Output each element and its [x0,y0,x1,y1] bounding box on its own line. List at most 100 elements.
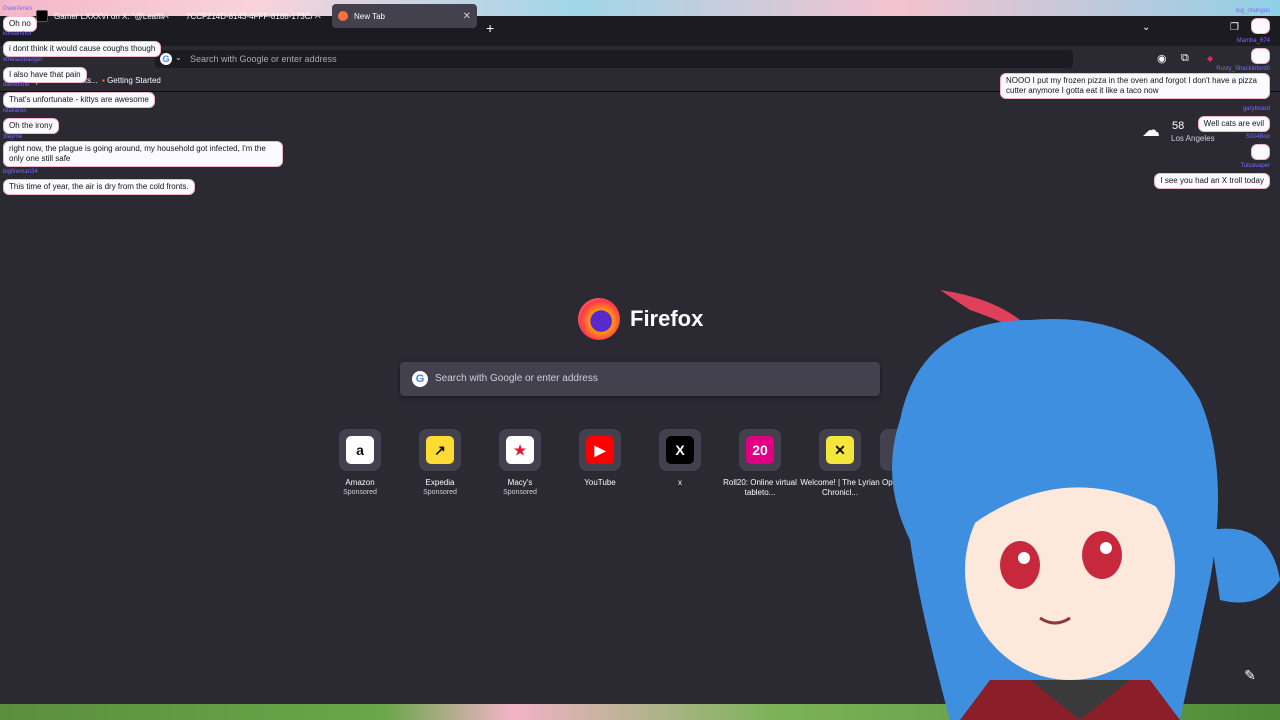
chat-username: koreanthor [3,31,32,37]
chat-message: xthelastbadger I also have that pain [3,57,87,83]
cloud-icon: ☁ [1142,120,1160,140]
google-engine-icon[interactable]: G [160,53,172,65]
tab-guid[interactable]: 7CCF214D-8143-4FFF-8188-173CA ✕ [178,4,328,28]
chevron-down-icon[interactable]: ⌄ [175,53,182,62]
top-site-tile[interactable]: ✕ Welcome! | The Lyrian Chronicl... [800,429,880,498]
new-tab-plus-icon[interactable]: + [486,20,494,36]
site-logo-icon: ↗ [426,436,454,464]
weather-temp: 58 [1172,120,1185,132]
sponsored-label: Sponsored [423,489,457,496]
chat-message: Tulcavaper I see you had an X troll today [1154,163,1270,189]
account-icon[interactable]: ◉ [1157,52,1167,65]
top-site-tile[interactable]: ▶ YouTube [560,429,640,488]
tab-list-chevron-icon[interactable]: ⌄ [1142,22,1150,33]
chat-username: big_chungus [1235,8,1270,14]
chat-username: Tulcavaper [1240,163,1270,169]
chat-text: Oh the irony [3,118,59,134]
address-placeholder: Search with Google or enter address [190,54,337,64]
firefox-logo: Firefox [578,298,703,340]
chat-text: Oh no [3,16,37,32]
top-site-icon-frame: ▶ [579,429,621,471]
sponsored-label: Sponsored [503,489,537,496]
chat-message: big_chungus [1236,8,1270,34]
newtab-search-input[interactable]: G Search with Google or enter address [400,362,880,396]
tab-x-post[interactable]: Gamer LXXXVI on X: "@Leaflit ✕ [30,4,176,28]
chat-text: NOOO I put my frozen pizza in the oven a… [1000,73,1270,99]
top-site-label: Welcome! | The Lyrian Chronicl... [800,478,880,497]
site-logo-icon: ▶ [586,436,614,464]
top-site-tile[interactable]: ★ Macy's Sponsored [480,429,560,497]
top-site-icon-frame: ✕ [819,429,861,471]
top-site-label: YouTube [584,478,616,487]
chat-text: I see you had an X troll today [1154,173,1270,189]
top-site-label: Macy's [507,478,533,487]
firefox-favicon-icon [338,11,348,21]
top-site-tile[interactable]: Xx [640,429,720,488]
chat-username: Mamba_674 [1236,38,1270,44]
top-site-icon-frame: ↗ [419,429,461,471]
chat-text: That's unfortunate - kittys are awesome [3,92,155,108]
extensions-icon[interactable]: ⧉ [1181,52,1189,65]
chat-username: DwerAmes [3,6,33,12]
chat-message: SGI4Boo [1246,134,1270,160]
top-site-icon-frame: X [659,429,701,471]
x-favicon-icon [36,10,48,22]
tab-new-tab[interactable]: New Tab ✕ [332,4,477,28]
site-logo-icon: 20 [746,436,774,464]
top-site-label: Expedia [425,478,455,487]
sponsored-label: Sponsored [343,489,377,496]
firefox-logo-icon [578,298,620,340]
chat-username: daveofthe [3,82,30,88]
chat-text: This time of year, the air is dry from t… [3,179,195,195]
top-site-label: Amazon [345,478,375,487]
chat-message: Mamba_674 [1237,38,1270,64]
firefox-wordmark: Firefox [630,306,704,331]
site-logo-icon: a [346,436,374,464]
top-site-icon-frame: ★ [499,429,541,471]
chat-message: bigfireman34 This time of year, the air i… [3,169,195,195]
ublock-icon[interactable]: ◆ [1207,54,1213,63]
top-site-icon-frame: a [339,429,381,471]
chat-message: daveofthe That's unfortunate - kittys are… [3,82,155,108]
chat-text: i dont think it would cause coughs thoug… [3,41,162,57]
chat-message: garyboard Well cats are evil [1197,106,1270,132]
top-site-label: Roll20: Online virtual tableto... [723,478,797,497]
chat-username: xthelastbadger [3,57,43,63]
top-site-tile[interactable]: ↗ Expedia Sponsored [400,429,480,497]
site-logo-icon: ★ [506,436,534,464]
chat-username: Rusty_Shackleford0 [1216,66,1270,72]
chat-text: Well cats are evil [1197,116,1270,132]
chat-username: bigfireman34 [3,169,38,175]
vtuber-avatar [892,290,1280,720]
chat-message: DwerAmes Oh no [3,6,37,32]
top-site-label: x [678,478,682,487]
chat-text: I also have that pain [3,67,87,83]
tab-label: New Tab [354,11,385,21]
chat-message: 3layme right now, the plague is going aro… [3,134,283,167]
tab-close-icon[interactable]: ✕ [463,11,471,22]
chat-username: realfarell [3,108,27,114]
address-bar[interactable]: G ⌄ Search with Google or enter address [155,50,1073,68]
chat-text: right now, the plague is going around, m… [3,141,283,167]
chat-username: SGI4Boo [1245,134,1270,140]
top-site-tile[interactable]: 20 Roll20: Online virtual tableto... [720,429,800,498]
tab-close-icon[interactable]: ✕ [162,11,170,22]
emote-icon [1251,144,1270,160]
tab-label: 7CCF214D-8143-4FFF-8188-173CA [186,11,312,21]
chat-message: realfarell Oh the irony [3,108,59,134]
emote-icon [1251,18,1270,34]
search-placeholder: Search with Google or enter address [435,373,598,384]
google-logo-icon: G [412,371,428,387]
site-logo-icon: ✕ [826,436,854,464]
top-site-icon-frame: 20 [739,429,781,471]
chat-message: Rusty_Shackleford0 NOOO I put my frozen p… [1000,66,1270,99]
chat-message: koreanthor i dont think it would cause co… [3,31,162,57]
chat-username: 3layme [3,134,23,140]
emote-icon [1251,48,1270,64]
tab-label: Gamer LXXXVI on X: "@Leaflit [54,11,164,21]
weather-city: Los Angeles [1171,134,1215,143]
top-site-tile[interactable]: a Amazon Sponsored [320,429,400,497]
tab-close-icon[interactable]: ✕ [314,11,322,22]
chat-username: garyboard [1242,106,1270,112]
site-logo-icon: X [666,436,694,464]
